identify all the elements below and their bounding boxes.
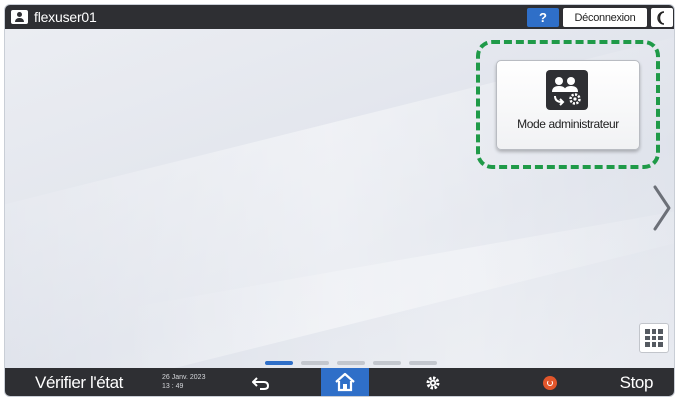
- admin-mode-button[interactable]: Mode administrateur: [496, 60, 640, 150]
- user-icon: [11, 10, 28, 24]
- sleep-button[interactable]: [651, 8, 673, 27]
- help-button[interactable]: ?: [527, 8, 559, 27]
- control-panel-screen: flexuser01 ? Déconnexion Mode administra…: [4, 4, 675, 397]
- stop-icon: [543, 375, 557, 390]
- page-dot[interactable]: [301, 361, 329, 365]
- back-button[interactable]: [237, 370, 285, 395]
- page-dot[interactable]: [409, 361, 437, 365]
- username: flexuser01: [34, 9, 97, 25]
- settings-button[interactable]: [409, 370, 457, 395]
- top-bar: flexuser01 ? Déconnexion: [5, 5, 674, 29]
- home-icon: [335, 372, 355, 392]
- logout-button[interactable]: Déconnexion: [563, 8, 647, 27]
- chevron-right-icon[interactable]: [649, 183, 675, 233]
- gear-icon: [426, 376, 440, 389]
- admin-users-gear-icon: [546, 70, 588, 110]
- bottom-bar: Vérifier l'état 26 Janv. 2023 13 : 49 St…: [5, 368, 674, 396]
- app-list-button[interactable]: [639, 323, 669, 353]
- back-arrow-icon: [252, 376, 270, 390]
- home-button[interactable]: [321, 368, 369, 396]
- page-indicator: [265, 361, 437, 365]
- page-dot[interactable]: [373, 361, 401, 365]
- check-status-button[interactable]: Vérifier l'état: [9, 371, 149, 394]
- date-time: 26 Janv. 2023 13 : 49: [162, 373, 205, 391]
- time-text: 13 : 49: [162, 383, 184, 390]
- stop-button[interactable]: Stop: [533, 370, 673, 395]
- admin-mode-label: Mode administrateur: [517, 117, 619, 131]
- page-dot[interactable]: [337, 361, 365, 365]
- page-dot[interactable]: [265, 361, 293, 365]
- stop-label: Stop: [619, 372, 654, 392]
- grid-icon: [645, 329, 663, 347]
- moon-icon: [657, 10, 665, 25]
- date-text: 26 Janv. 2023: [162, 374, 206, 381]
